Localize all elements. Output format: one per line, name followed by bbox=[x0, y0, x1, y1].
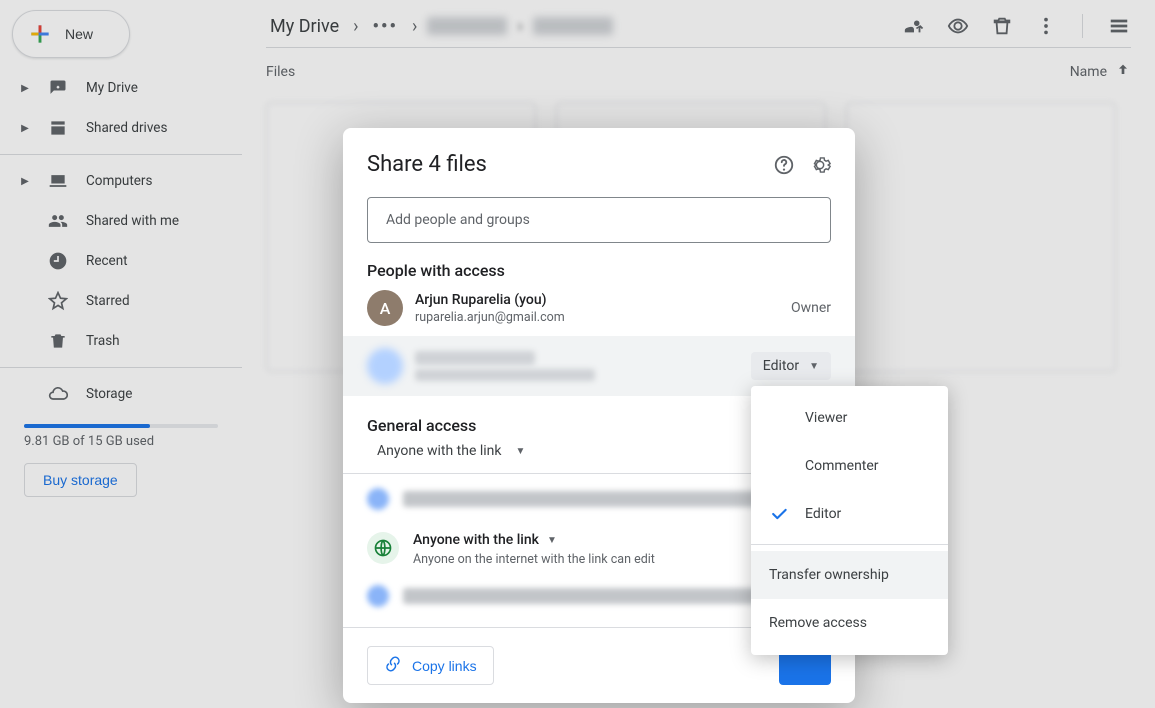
chevron-down-icon: ▼ bbox=[547, 535, 557, 546]
role-option-transfer-ownership[interactable]: Transfer ownership bbox=[751, 551, 948, 599]
link-access-title[interactable]: Anyone with the link ▼ bbox=[413, 532, 655, 548]
role-option-editor[interactable]: Editor bbox=[751, 490, 948, 538]
role-menu: Viewer Commenter Editor Transfer ownersh… bbox=[751, 386, 948, 655]
owner-email: ruparelia.arjun@gmail.com bbox=[415, 310, 565, 325]
help-icon[interactable] bbox=[773, 154, 795, 176]
copy-link-label: Copy links bbox=[412, 658, 477, 674]
general-access-label: Anyone with the link bbox=[377, 443, 502, 459]
role-option-commenter[interactable]: Commenter bbox=[751, 442, 948, 490]
person-owner-row: A Arjun Ruparelia (you) ruparelia.arjun@… bbox=[367, 280, 831, 336]
people-with-access-heading: People with access bbox=[367, 261, 831, 280]
link-icon bbox=[384, 655, 402, 676]
avatar: A bbox=[367, 290, 403, 326]
role-option-remove-access[interactable]: Remove access bbox=[751, 599, 948, 647]
role-dropdown-label: Editor bbox=[763, 358, 799, 374]
check-icon bbox=[769, 504, 789, 524]
avatar bbox=[367, 348, 403, 384]
owner-name: Arjun Ruparelia (you) bbox=[415, 292, 565, 308]
chevron-down-icon: ▼ bbox=[516, 446, 526, 457]
chevron-down-icon: ▼ bbox=[809, 361, 819, 372]
dialog-title: Share 4 files bbox=[367, 152, 487, 177]
gear-icon[interactable] bbox=[809, 154, 831, 176]
globe-icon bbox=[367, 532, 399, 564]
role-dropdown[interactable]: Editor ▼ bbox=[751, 352, 831, 380]
copy-link-button[interactable]: Copy links bbox=[367, 646, 494, 685]
link-access-desc: Anyone on the internet with the link can… bbox=[413, 552, 655, 567]
person-email bbox=[415, 369, 595, 381]
person-name bbox=[415, 351, 535, 365]
add-people-input[interactable]: Add people and groups bbox=[367, 197, 831, 243]
owner-role: Owner bbox=[791, 300, 831, 316]
role-option-viewer[interactable]: Viewer bbox=[751, 394, 948, 442]
